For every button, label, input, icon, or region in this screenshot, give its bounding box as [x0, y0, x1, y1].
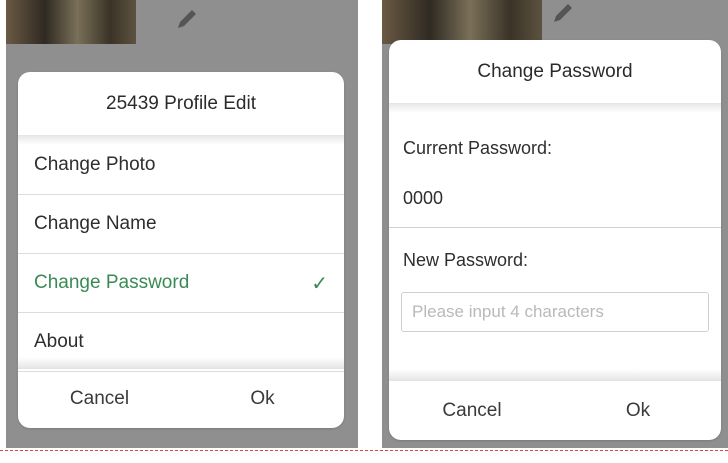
current-password-value: 0000 — [389, 170, 721, 228]
cut-line-divider — [0, 450, 728, 451]
profile-edit-dialog: 25439 Profile Edit Change Photo Change N… — [18, 72, 344, 428]
change-password-dialog: Change Password Current Password: 0000 N… — [389, 40, 721, 440]
change-password-screen: Change Password Current Password: 0000 N… — [382, 0, 728, 448]
pencil-icon — [178, 10, 196, 28]
dialog-title: Change Password — [389, 40, 721, 113]
checkmark-icon: ✓ — [311, 272, 328, 295]
ok-button[interactable]: Ok — [181, 369, 344, 428]
dialog-footer: Cancel Ok — [389, 369, 721, 440]
profile-photo-thumbnail — [382, 0, 542, 44]
dialog-title: 25439 Profile Edit — [18, 72, 344, 145]
new-password-input[interactable] — [401, 292, 709, 332]
profile-photo-thumbnail — [6, 0, 136, 44]
cancel-button[interactable]: Cancel — [389, 381, 555, 440]
dialog-footer: Cancel Ok — [18, 357, 344, 428]
menu-item-label: About — [34, 331, 84, 352]
menu-item-change-name[interactable]: Change Name — [18, 195, 344, 254]
current-password-label: Current Password: — [403, 137, 553, 158]
new-password-label: New Password: — [403, 249, 529, 270]
profile-screen: 25439 Profile Edit Change Photo Change N… — [6, 0, 358, 448]
ok-button[interactable]: Ok — [555, 381, 721, 440]
menu-item-label: Change Name — [34, 213, 157, 234]
pencil-icon — [554, 4, 572, 22]
cancel-button[interactable]: Cancel — [18, 369, 181, 428]
menu-item-label: Change Password — [34, 272, 190, 293]
menu-item-label: Change Photo — [34, 154, 156, 175]
menu-item-change-password[interactable]: Change Password ✓ — [18, 254, 344, 313]
